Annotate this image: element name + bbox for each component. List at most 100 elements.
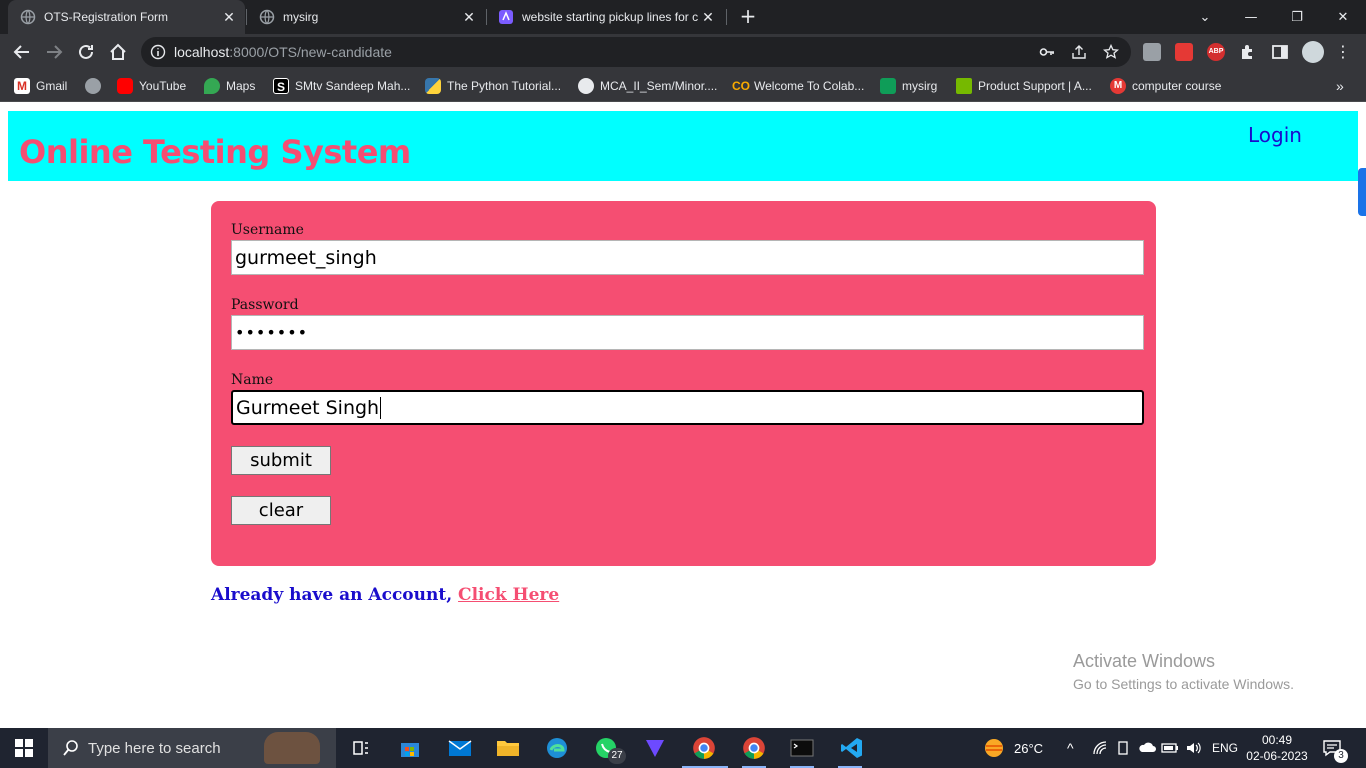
product-support-icon bbox=[956, 78, 972, 94]
taskbar-search-box[interactable]: Type here to search bbox=[48, 728, 336, 768]
video-extension-icon[interactable] bbox=[1175, 43, 1193, 61]
vscode-icon[interactable] bbox=[838, 734, 866, 762]
reload-icon bbox=[79, 44, 93, 59]
password-input[interactable]: ••••••• bbox=[231, 315, 1144, 350]
bookmark-computer-course[interactable]: Mcomputer course bbox=[1110, 77, 1221, 95]
menu-dots-icon[interactable]: ⋮ bbox=[1334, 43, 1352, 61]
tab-close-icon[interactable]: ✕ bbox=[700, 9, 716, 25]
restore-button[interactable]: ❐ bbox=[1274, 0, 1320, 34]
github-icon bbox=[578, 78, 594, 94]
avatar[interactable] bbox=[1302, 41, 1324, 63]
whatsapp-badge: 27 bbox=[608, 748, 626, 764]
arrow-left-icon bbox=[13, 45, 29, 59]
forward-button[interactable] bbox=[40, 38, 68, 66]
chrome-profile-icon[interactable] bbox=[740, 734, 768, 762]
whatsapp-icon[interactable]: 27 bbox=[592, 734, 626, 764]
reload-button[interactable] bbox=[72, 38, 100, 66]
tab-close-icon[interactable]: ✕ bbox=[461, 9, 477, 25]
share-icon[interactable] bbox=[1071, 44, 1087, 60]
bookmark-gmail[interactable]: M Gmail bbox=[14, 77, 67, 95]
adblock-icon[interactable]: ABP bbox=[1207, 43, 1225, 61]
tab-mysirg[interactable]: mysirg ✕ bbox=[247, 0, 485, 34]
username-input[interactable]: gurmeet_singh bbox=[231, 240, 1144, 275]
globe-icon bbox=[259, 9, 275, 25]
browser-tab-strip: OTS-Registration Form ✕ mysirg ✕ website… bbox=[0, 0, 1366, 34]
side-panel-handle[interactable] bbox=[1358, 168, 1366, 216]
close-window-button[interactable]: ✕ bbox=[1320, 0, 1366, 34]
home-button[interactable] bbox=[104, 38, 132, 66]
weather-widget[interactable]: 26°C bbox=[982, 728, 1043, 768]
tab-title: website starting pickup lines for c bbox=[522, 10, 699, 24]
more-bookmarks-icon[interactable]: » bbox=[1336, 77, 1344, 95]
battery-icon[interactable] bbox=[1161, 728, 1179, 768]
bookmark-maps[interactable]: Maps bbox=[204, 77, 255, 95]
task-view-icon[interactable] bbox=[347, 734, 375, 762]
smtv-icon: S bbox=[273, 78, 289, 94]
new-tab-button[interactable]: + bbox=[738, 6, 758, 27]
tab-pickup-lines[interactable]: website starting pickup lines for c ✕ bbox=[486, 0, 724, 34]
minimize-button[interactable]: — bbox=[1228, 0, 1274, 34]
microsoft-store-icon[interactable] bbox=[396, 734, 424, 762]
chrome-icon[interactable] bbox=[690, 734, 718, 762]
site-title: Online Testing System bbox=[19, 133, 411, 171]
bookmark-mysirg[interactable]: mysirg bbox=[880, 77, 937, 95]
edge-icon[interactable] bbox=[543, 734, 571, 762]
name-input[interactable]: Gurmeet Singh bbox=[231, 390, 1144, 425]
bookmark-product-support[interactable]: Product Support | A... bbox=[956, 77, 1092, 95]
network-icon[interactable] bbox=[1092, 728, 1108, 768]
bookmark-globe[interactable] bbox=[85, 77, 107, 95]
submit-button[interactable]: submit bbox=[231, 446, 331, 475]
tab-search-chevron-icon[interactable]: ⌄ bbox=[1182, 0, 1228, 34]
info-icon[interactable] bbox=[150, 44, 166, 60]
bookmark-youtube[interactable]: YouTube bbox=[117, 77, 186, 95]
page-viewport: Online Testing System Login Username gur… bbox=[0, 102, 1366, 728]
activate-windows-watermark: Activate Windows Go to Settings to activ… bbox=[1073, 651, 1294, 692]
python-icon bbox=[425, 78, 441, 94]
puzzle-icon[interactable] bbox=[1239, 43, 1257, 61]
notifications-badge: 3 bbox=[1334, 749, 1348, 763]
bookmark-github[interactable]: MCA_II_Sem/Minor.... bbox=[578, 77, 717, 95]
tab-title: OTS-Registration Form bbox=[44, 10, 169, 24]
address-bar[interactable]: localhost:8000/OTS/new-candidate bbox=[141, 37, 1131, 67]
tab-close-icon[interactable]: ✕ bbox=[221, 9, 237, 25]
clear-button[interactable]: clear bbox=[231, 496, 331, 525]
key-icon[interactable] bbox=[1039, 44, 1055, 60]
youtube-icon bbox=[117, 78, 133, 94]
bookmark-python[interactable]: The Python Tutorial... bbox=[425, 77, 561, 95]
login-link[interactable]: Login bbox=[1248, 123, 1302, 147]
volume-icon[interactable] bbox=[1185, 728, 1203, 768]
extension-icon[interactable] bbox=[1143, 43, 1161, 61]
notifications-button[interactable]: 3 bbox=[1322, 728, 1348, 768]
onedrive-icon[interactable] bbox=[1138, 728, 1156, 768]
vpn-app-icon[interactable] bbox=[641, 734, 669, 762]
star-icon[interactable] bbox=[1103, 44, 1119, 60]
browser-toolbar: localhost:8000/OTS/new-candidate ABP ⋮ bbox=[0, 34, 1366, 70]
back-button[interactable] bbox=[8, 38, 36, 66]
click-here-link[interactable]: Click Here bbox=[458, 585, 559, 605]
site-header: Online Testing System Login bbox=[8, 111, 1358, 181]
side-panel-icon[interactable] bbox=[1271, 43, 1289, 61]
url-text: localhost:8000/OTS/new-candidate bbox=[174, 44, 392, 60]
otter-illustration-icon bbox=[264, 732, 320, 764]
text-caret bbox=[380, 396, 382, 419]
bookmark-smtv[interactable]: S SMtv Sandeep Mah... bbox=[273, 77, 410, 95]
globe-icon bbox=[20, 9, 36, 25]
maps-icon bbox=[204, 78, 220, 94]
globe-icon bbox=[85, 78, 101, 94]
terminal-icon[interactable] bbox=[788, 734, 816, 762]
language-indicator[interactable]: ENG bbox=[1212, 728, 1238, 768]
sheets-icon bbox=[880, 78, 896, 94]
clock-date: 02-06-2023 bbox=[1246, 749, 1308, 763]
registration-form: Username gurmeet_singh Password ••••••• … bbox=[211, 201, 1156, 566]
start-button[interactable] bbox=[0, 728, 48, 768]
show-hidden-icons-chevron-icon[interactable]: ^ bbox=[1067, 728, 1074, 768]
file-explorer-icon[interactable] bbox=[494, 734, 522, 762]
tab-ots-registration[interactable]: OTS-Registration Form ✕ bbox=[8, 0, 245, 34]
device-icon[interactable] bbox=[1115, 728, 1131, 768]
gmail-icon: M bbox=[14, 78, 30, 94]
ai-app-icon bbox=[499, 10, 513, 24]
clock[interactable]: 00:49 02-06-2023 bbox=[1244, 732, 1310, 764]
bookmark-colab[interactable]: CO Welcome To Colab... bbox=[732, 77, 864, 95]
mail-icon[interactable] bbox=[446, 734, 474, 762]
username-label: Username bbox=[231, 222, 304, 238]
